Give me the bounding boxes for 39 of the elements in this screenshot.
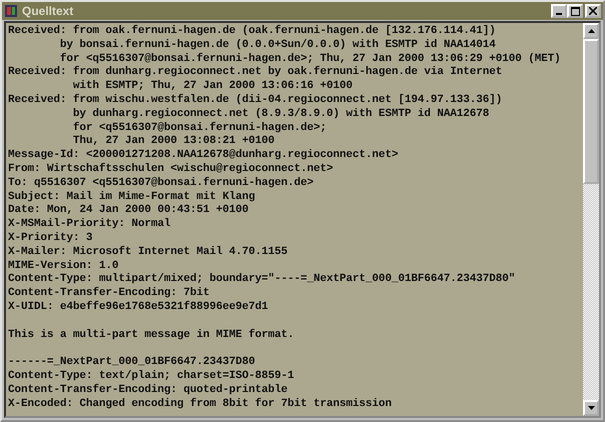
application-icon [4, 4, 18, 18]
text-line: X-MSMail-Priority: Normal [8, 218, 171, 230]
text-line: ------=_NextPart_000_01BF6647.23437D80 [8, 356, 256, 368]
maximize-button[interactable] [567, 4, 583, 18]
text-line: From: Wirtschaftsschulen <wischu@regioconnect.net> [8, 162, 334, 175]
window-title: Quelltext [22, 4, 74, 18]
text-line: by dunharg.regioconnect.net (8.9.3/8.9.0) with ESMTP id NAA12678 [72, 108, 490, 120]
text-line: Content-Transfer-Encoding: 7bit [8, 287, 210, 300]
text-line: Content-Type: text/plain; charset=ISO-8859-1 [8, 370, 294, 382]
text-line: To: q5516307 <q5516307@bonsai.fernuni-hagen.de> [8, 176, 314, 189]
scroll-thumb[interactable] [583, 39, 599, 184]
minimize-button[interactable] [551, 4, 567, 18]
text-line: for <q5516307@bonsai.fernuni-hagen.de>; [72, 122, 327, 134]
close-icon [589, 7, 597, 15]
text-line: Received: from wischu.westfalen.de (dii-04.regioconnect.net [194.97.133.36]) [8, 94, 502, 106]
scroll-down-button[interactable] [583, 400, 599, 416]
text-line: This is a multi-part message in MIME format. [8, 328, 294, 341]
text-line: Date: Mon, 24 Jan 2000 00:43:51 +0100 [8, 204, 249, 216]
text-line: by bonsai.fernuni-hagen.de (0.0.0+Sun/0.0.0) with ESMTP id NAA14014 [59, 38, 496, 51]
up-arrow-icon [588, 29, 594, 33]
text-line: X-UIDL: e4beffe96e1768e5321f88996ee9e7d1 [8, 300, 268, 313]
down-arrow-icon [588, 406, 594, 410]
scroll-up-button[interactable] [583, 23, 599, 39]
text-line: X-Priority: 3 [8, 232, 93, 244]
text-line: Message-Id: <200001271208.NAA12678@dunharg.regioconnect.net> [8, 149, 398, 162]
text-line: X-Encoded: Changed encoding from 8bit for 7bit transmission [8, 398, 392, 410]
text-line: Subject: Mail im Mime-Format mit Klang [8, 190, 256, 203]
vertical-scrollbar[interactable] [583, 23, 599, 416]
text-line: Received: from dunharg.regioconnect.net by oak.fernuni-hagen.de via Internet [8, 66, 502, 78]
text-line: X-Mailer: Microsoft Internet Mail 4.70.1155 [8, 246, 288, 258]
text-line: for <q5516307@bonsai.fernuni-hagen.de>; Thu, 27 Jan 2000 13:06:29 +0100 (MET) [59, 52, 561, 65]
text-line: MIME-Version: 1.0 [8, 260, 119, 272]
text-line: Thu, 27 Jan 2000 13:08:21 +0100 [72, 135, 275, 148]
text-line: Received: from oak.fernuni-hagen.de (oak.fernuni-hagen.de [132.176.114.41]) [8, 25, 496, 37]
text-line: Content-Transfer-Encoding: quoted-printable [8, 384, 288, 396]
close-button[interactable] [585, 4, 601, 18]
maximize-icon [570, 6, 580, 16]
text-line: Content-Type: multipart/mixed; boundary="----=_NextPart_000_01BF6647.23437D80" [8, 273, 516, 286]
text-line: with ESMTP; Thu, 27 Jan 2000 13:06:16 +0100 [72, 80, 353, 92]
